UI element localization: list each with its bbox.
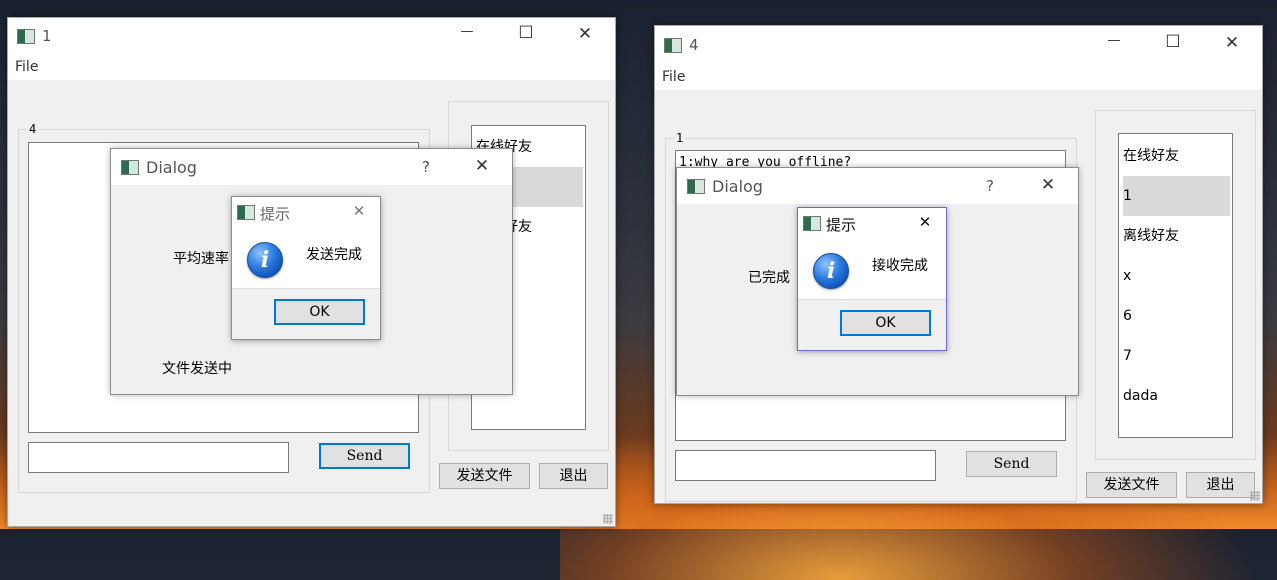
friend-list-item-selected[interactable]: 1: [1123, 176, 1230, 216]
chat-group-title: 1: [674, 131, 686, 145]
dialog-title: Dialog: [146, 158, 197, 177]
friend-list-item[interactable]: 离线好友: [1123, 216, 1230, 256]
ok-button[interactable]: OK: [840, 310, 931, 336]
maximize-icon[interactable]: ☐: [511, 23, 541, 43]
send-file-button[interactable]: 发送文件: [439, 463, 530, 489]
menu-file[interactable]: File: [15, 59, 38, 75]
close-icon[interactable]: ✕: [1217, 33, 1247, 53]
minimize-icon[interactable]: —: [452, 24, 482, 39]
message-box-receive-complete[interactable]: 提示 ✕ i 接收完成 OK: [797, 207, 947, 351]
resize-grip[interactable]: [603, 514, 613, 524]
friend-list-item[interactable]: dada: [1123, 376, 1230, 416]
menu-bar: File: [655, 62, 1262, 90]
message-input[interactable]: [675, 450, 936, 481]
message-title: 提示: [826, 216, 857, 234]
friends-list[interactable]: 在线好友 1 离线好友 x 6 7 dada: [1118, 133, 1233, 438]
maximize-icon[interactable]: ☐: [1158, 32, 1188, 52]
app-icon: [17, 29, 35, 44]
resize-grip[interactable]: [1250, 491, 1260, 501]
message-input[interactable]: [28, 442, 289, 473]
exit-button[interactable]: 退出: [1186, 472, 1255, 498]
information-icon: i: [813, 253, 849, 289]
message-text: 接收完成: [872, 258, 928, 274]
help-icon[interactable]: ?: [411, 158, 441, 176]
message-footer: OK: [798, 299, 946, 350]
exit-button[interactable]: 退出: [539, 463, 608, 489]
friend-list-item[interactable]: 7: [1123, 336, 1230, 376]
minimize-icon[interactable]: —: [1099, 33, 1129, 48]
message-title: 提示: [260, 205, 291, 223]
dialog-titlebar[interactable]: Dialog ? ✕: [111, 149, 512, 185]
chat-group-title: 4: [27, 122, 39, 136]
send-button[interactable]: Send: [319, 443, 410, 469]
app-icon: [664, 38, 682, 53]
close-icon[interactable]: ✕: [570, 24, 600, 44]
menu-file[interactable]: File: [662, 69, 685, 85]
app-icon: [121, 160, 139, 175]
menu-bar: File: [8, 54, 615, 80]
transfer-status-label: 文件发送中: [162, 361, 232, 377]
information-icon: i: [247, 242, 283, 278]
dialog-titlebar[interactable]: Dialog ? ✕: [677, 168, 1078, 204]
friend-list-item[interactable]: 6: [1123, 296, 1230, 336]
send-file-button[interactable]: 发送文件: [1086, 472, 1177, 498]
message-footer: OK: [232, 288, 380, 339]
average-rate-label: 平均速率: [173, 251, 229, 267]
app-icon: [237, 205, 255, 220]
friend-list-item[interactable]: 在线好友: [1123, 136, 1230, 176]
window-title: 1: [42, 27, 52, 45]
transfer-status-label: 已完成: [748, 270, 790, 286]
close-icon[interactable]: ✕: [467, 156, 497, 176]
close-icon[interactable]: ✕: [910, 213, 940, 231]
app-icon: [803, 216, 821, 231]
send-button[interactable]: Send: [966, 451, 1057, 477]
ok-button[interactable]: OK: [274, 299, 365, 325]
dialog-title: Dialog: [712, 177, 763, 196]
message-box-send-complete[interactable]: 提示 ✕ i 发送完成 OK: [231, 196, 381, 340]
window-titlebar[interactable]: 4 — ☐ ✕: [655, 26, 1262, 62]
window-titlebar[interactable]: 1 — ☐ ✕: [8, 18, 615, 54]
close-icon[interactable]: ✕: [344, 202, 374, 220]
close-icon[interactable]: ✕: [1033, 175, 1063, 195]
window-title: 4: [689, 36, 699, 54]
app-icon: [687, 179, 705, 194]
help-icon[interactable]: ?: [975, 177, 1005, 195]
friend-list-item[interactable]: x: [1123, 256, 1230, 296]
message-text: 发送完成: [306, 247, 362, 263]
